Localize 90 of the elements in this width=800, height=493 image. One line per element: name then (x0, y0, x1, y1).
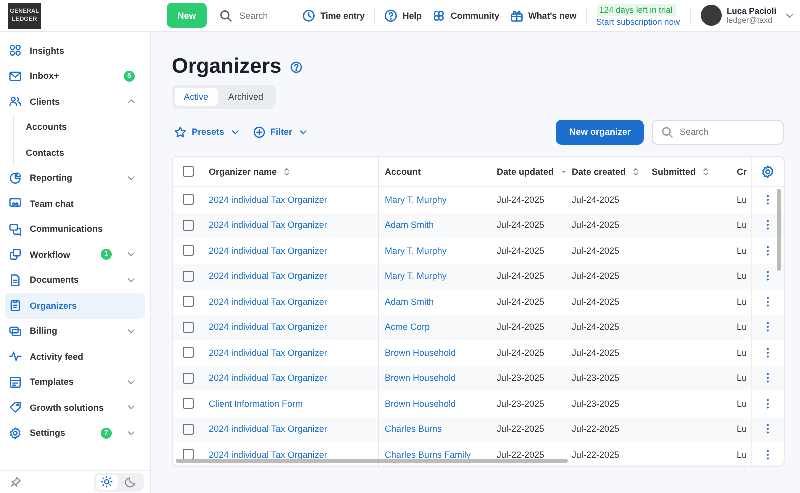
sidebar-item[interactable]: Templates (5, 370, 145, 395)
table-cell: Lu (737, 398, 748, 409)
table-cell: Jul-24-2025 (497, 220, 545, 230)
column-header[interactable]: Date updated (497, 166, 554, 176)
table-cell: Jul-22-2025 (572, 450, 620, 460)
nav-link[interactable]: Community (432, 8, 500, 22)
column-header[interactable]: Cr (737, 166, 748, 176)
table-cell: Lu (737, 424, 748, 434)
page-title: Organizers (172, 55, 282, 79)
table-cell: Lu (737, 348, 748, 358)
organizer-link[interactable]: 2024 individual Tax Organizer (209, 322, 328, 332)
table-cell: Lu (737, 450, 748, 460)
sidebar-item[interactable]: Activity feed (5, 344, 145, 370)
sidebar-item[interactable]: Team chat (5, 191, 145, 216)
trial-badge: 124 days left in trial (596, 4, 676, 16)
presets-button[interactable]: Presets (172, 126, 243, 138)
tab[interactable]: Archived (220, 88, 273, 106)
table-cell: Jul-24-2025 (572, 322, 620, 332)
sidebar-subitem[interactable]: Contacts (14, 140, 145, 166)
column-header[interactable]: Organizer name (209, 166, 278, 176)
table-cell: Jul-24-2025 (497, 271, 545, 282)
table-cell: Lu (737, 194, 748, 205)
table-cell: Jul-24-2025 (497, 296, 545, 307)
organizer-link[interactable]: 2024 individual Tax Organizer (209, 194, 328, 205)
table-cell: Jul-24-2025 (572, 271, 620, 282)
organizer-link[interactable]: 2024 individual Tax Organizer (209, 271, 328, 282)
table-cell: Jul-24-2025 (572, 194, 620, 205)
table-cell: Lu (737, 246, 748, 256)
table-cell: Lu (737, 373, 748, 384)
column-header[interactable]: Account (385, 166, 421, 176)
account-link[interactable]: Brown Household (385, 348, 456, 358)
table-cell: Lu (737, 322, 748, 332)
table-cell: Jul-24-2025 (572, 348, 620, 358)
new-organizer-button[interactable]: New organizer (556, 120, 644, 144)
user-email: ledger@taxd (726, 16, 774, 25)
table-cell: Jul-23-2025 (572, 373, 620, 384)
tab[interactable]: Active (175, 88, 218, 106)
sidebar-item[interactable]: Communications (5, 216, 145, 242)
table-cell: Lu (737, 271, 748, 282)
organizer-link[interactable]: 2024 individual Tax Organizer (209, 424, 328, 434)
account-link[interactable]: Mary T. Murphy (385, 194, 447, 205)
table-cell: Jul-24-2025 (497, 194, 545, 205)
nav-link[interactable]: Help (384, 8, 422, 22)
sidebar-item[interactable]: Clients (5, 89, 145, 114)
search-field[interactable]: Search (652, 120, 784, 144)
nav-link[interactable]: What's new (510, 8, 577, 22)
table-cell: Jul-23-2025 (497, 398, 545, 409)
organizer-link[interactable]: Client Information Form (209, 398, 304, 409)
account-link[interactable]: Adam Smith (385, 220, 434, 230)
organizer-link[interactable]: 2024 individual Tax Organizer (209, 246, 328, 256)
search-field[interactable]: Search (238, 10, 302, 22)
nav-link[interactable]: Time entry (302, 8, 365, 22)
organizer-link[interactable]: 2024 individual Tax Organizer (209, 220, 328, 230)
table-cell: Lu (737, 220, 748, 230)
organizer-link[interactable]: 2024 individual Tax Organizer (209, 373, 328, 384)
table-cell: Jul-24-2025 (497, 246, 545, 256)
sidebar-item[interactable]: Growth solutions (5, 395, 145, 420)
account-link[interactable]: Acme Corp (385, 322, 430, 332)
sidebar-item[interactable]: Billing (5, 318, 145, 344)
sidebar-item[interactable]: Organizers (5, 293, 145, 318)
organizer-link[interactable]: 2024 individual Tax Organizer (209, 450, 328, 460)
table-cell: Jul-24-2025 (572, 220, 620, 230)
account-link[interactable]: Charles Burns (385, 424, 442, 434)
table-cell: Jul-24-2025 (572, 246, 620, 256)
organizer-link[interactable]: 2024 individual Tax Organizer (209, 348, 328, 358)
account-link[interactable]: Brown Household (385, 398, 456, 409)
table-cell: Jul-22-2025 (497, 424, 545, 434)
table-cell: Lu (737, 296, 748, 307)
filter-button[interactable]: Filter (250, 126, 311, 138)
table-cell: Jul-24-2025 (572, 296, 620, 307)
user-name: Luca Pacioli (726, 6, 778, 16)
table-cell: Jul-24-2025 (497, 348, 545, 358)
sidebar-item[interactable]: Reporting (5, 166, 145, 191)
organizer-link[interactable]: 2024 individual Tax Organizer (209, 296, 328, 307)
table-cell: Jul-24-2025 (497, 322, 545, 332)
table-cell: Jul-23-2025 (497, 373, 545, 384)
account-link[interactable]: Charles Burns Family (385, 450, 472, 460)
column-header[interactable]: Submitted (652, 166, 696, 176)
sidebar-subitem[interactable]: Accounts (14, 114, 145, 140)
account-link[interactable]: Adam Smith (385, 296, 434, 307)
table-cell: Jul-23-2025 (572, 398, 620, 409)
table-cell: Jul-22-2025 (572, 424, 620, 434)
account-link[interactable]: Brown Household (385, 373, 456, 384)
sidebar-item[interactable]: Documents (5, 268, 145, 293)
table-cell: Jul-22-2025 (497, 450, 545, 460)
sidebar-item[interactable]: Insights (5, 38, 145, 64)
subscription-link[interactable]: Start subscription now (596, 17, 680, 27)
account-link[interactable]: Mary T. Murphy (385, 246, 447, 256)
account-link[interactable]: Mary T. Murphy (385, 271, 447, 282)
column-header[interactable]: Date created (572, 166, 626, 176)
